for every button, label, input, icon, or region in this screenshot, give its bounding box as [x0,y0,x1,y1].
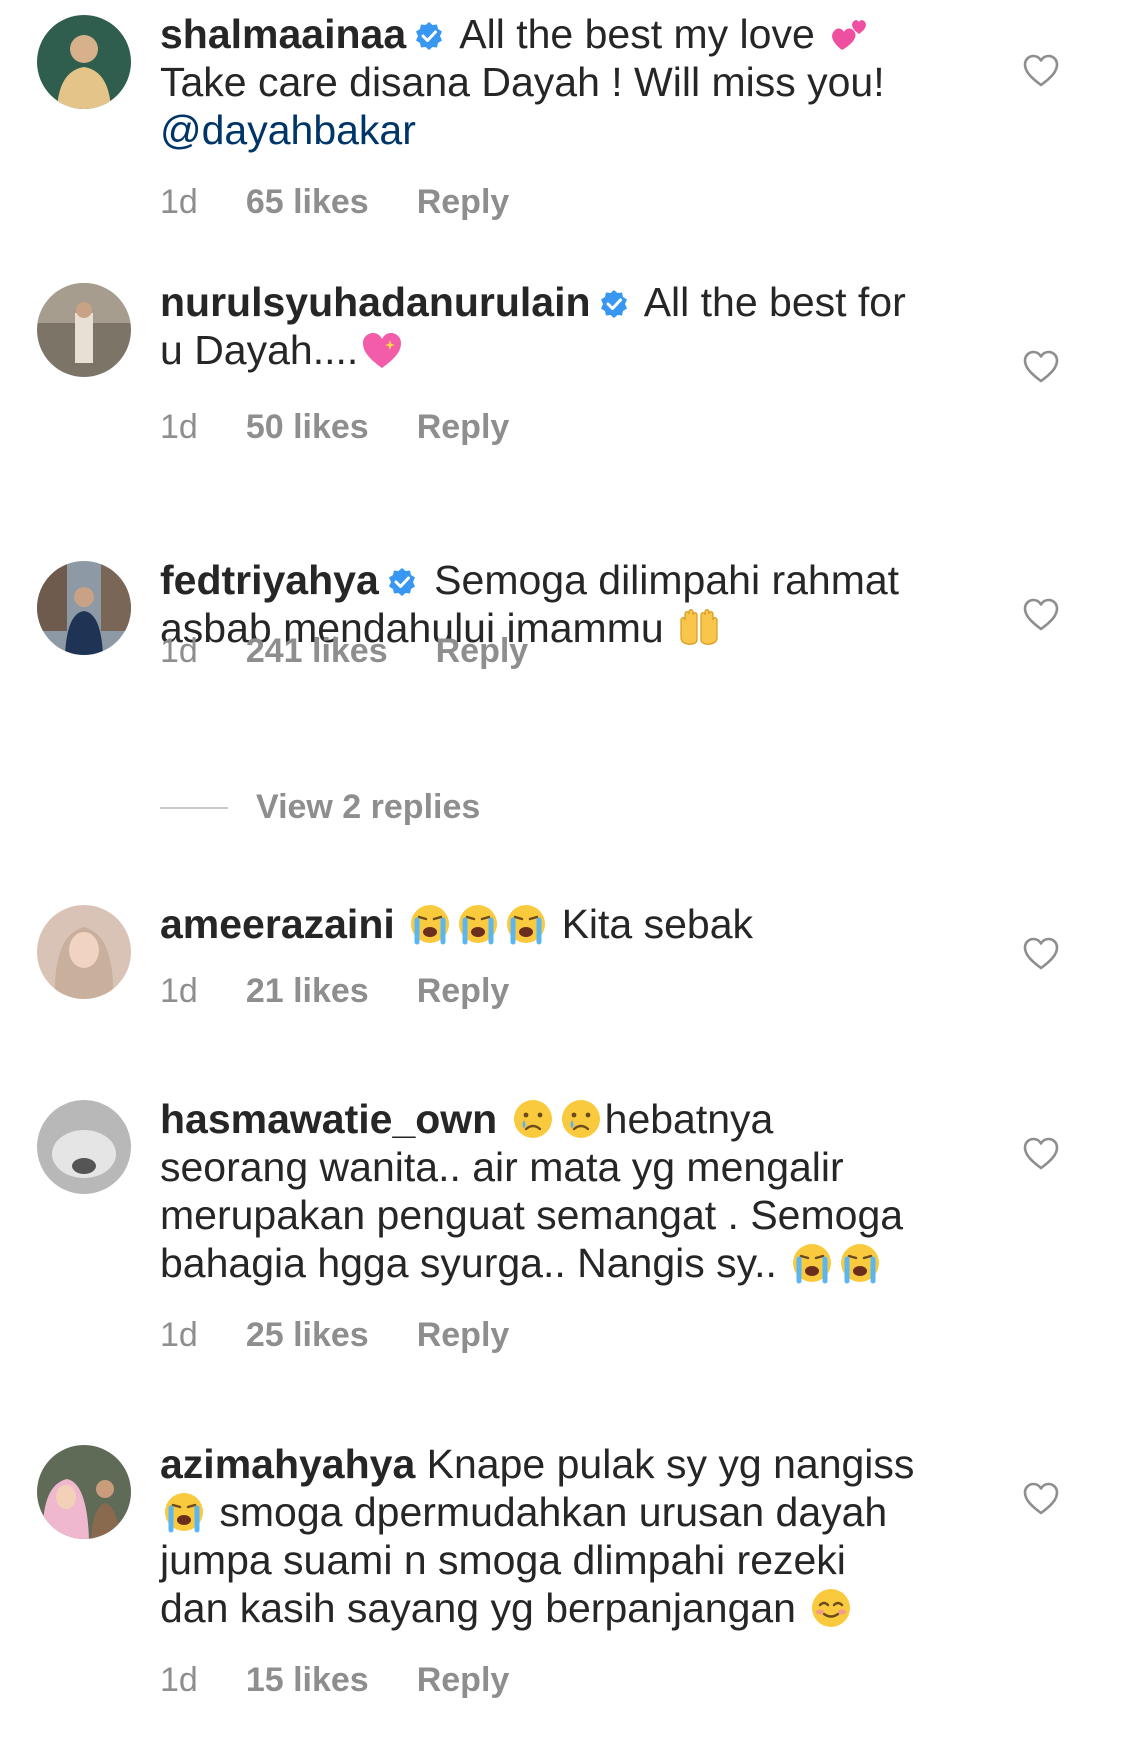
username-link[interactable]: fedtriyahya [160,557,379,603]
reply-button[interactable]: Reply [417,972,510,1010]
heart-outline-icon[interactable] [1022,1135,1060,1173]
verified-badge-icon [599,289,629,319]
comment-content: dan kasih sayang yg berpanjangan [160,1585,796,1631]
loudly-crying-face-emoji [162,1490,206,1534]
heart-outline-icon[interactable] [1022,1480,1060,1518]
crying-face-emoji [559,1097,603,1141]
raising-hands-emoji [677,606,721,650]
likes-count[interactable]: 241 likes [246,632,388,670]
username-link[interactable]: hasmawatie_own [160,1096,497,1142]
reply-button[interactable]: Reply [417,408,510,446]
comment-time: 1d [160,632,198,670]
comment-meta: 1d 241 likes Reply [160,632,576,671]
comment-content: merupakan penguat semangat . Semoga [160,1192,904,1238]
likes-count[interactable]: 65 likes [246,183,369,221]
heart-outline-icon[interactable] [1022,935,1060,973]
comment-content: bahagia hgga syurga.. Nangis sy.. [160,1240,777,1286]
comment-time: 1d [160,972,198,1010]
comment-text: azimahyahya Knape pulak sy yg nangiss sm… [160,1440,960,1632]
avatar-image [37,15,131,109]
loudly-crying-face-emoji [408,902,452,946]
comment-text: hasmawatie_own hebatnya seorang wanita..… [160,1095,960,1287]
comment-meta: 1d 15 likes Reply [160,1661,557,1700]
comment-content: Semoga dilimpahi rahmat [434,557,900,603]
comment-time: 1d [160,1316,198,1354]
two-hearts-emoji [828,12,872,56]
loudly-crying-face-emoji [504,902,548,946]
username-link[interactable]: nurulsyuhadanurulain [160,279,591,325]
comment-text: shalmaainaa All the best my love Take ca… [160,10,960,154]
mention-link[interactable]: @dayahbakar [160,107,416,153]
verified-badge-icon [414,21,444,51]
likes-count[interactable]: 15 likes [246,1661,369,1699]
heart-outline-icon[interactable] [1022,348,1060,386]
avatar[interactable] [37,283,131,377]
loudly-crying-face-emoji [790,1241,834,1285]
reply-button[interactable]: Reply [417,1316,510,1354]
loudly-crying-face-emoji [456,902,500,946]
view-replies-label: View 2 replies [256,788,481,826]
reply-button[interactable]: Reply [417,1661,510,1699]
loudly-crying-face-emoji [838,1241,882,1285]
crying-face-emoji [511,1097,555,1141]
comment-content: All the best my love [459,11,815,57]
avatar-image [37,1100,131,1194]
comment-content: jumpa suami n smoga dlimpahi rezeki [160,1537,846,1583]
reply-button[interactable]: Reply [436,632,529,670]
reply-button[interactable]: Reply [417,183,510,221]
sparkling-heart-emoji [360,328,404,372]
comment-content: u Dayah.... [160,327,359,373]
comment-time: 1d [160,1661,198,1699]
username-link[interactable]: ameerazaini [160,901,395,947]
comment-meta: 1d 25 likes Reply [160,1316,557,1355]
avatar[interactable] [37,561,131,655]
view-replies-button[interactable]: View 2 replies [160,788,480,827]
comment-content: smoga dpermudahkan urusan dayah [219,1489,888,1535]
comment-text: ameerazaini Kita sebak [160,900,960,948]
comment-meta: 1d 50 likes Reply [160,408,557,447]
avatar-image [37,905,131,999]
avatar[interactable] [37,15,131,109]
comment-time: 1d [160,183,198,221]
avatar-image [37,561,131,655]
avatar[interactable] [37,1445,131,1539]
heart-outline-icon[interactable] [1022,596,1060,634]
replies-divider [160,806,228,809]
comment-time: 1d [160,408,198,446]
comment-content: Take care disana Dayah ! Will miss you! [160,59,885,105]
avatar[interactable] [37,905,131,999]
comment-meta: 1d 65 likes Reply [160,183,557,222]
username-link[interactable]: shalmaainaa [160,11,406,57]
comment-content: All the best for [643,279,906,325]
avatar[interactable] [37,1100,131,1194]
avatar-image [37,1445,131,1539]
comment-meta: 1d 21 likes Reply [160,972,557,1011]
likes-count[interactable]: 50 likes [246,408,369,446]
smiling-face-emoji [809,1586,853,1630]
comment-content: hebatnya [604,1096,774,1142]
comment-content: Knape pulak sy yg nangiss [426,1441,915,1487]
heart-outline-icon[interactable] [1022,52,1060,90]
comment-content: seorang wanita.. air mata yg mengalir [160,1144,844,1190]
likes-count[interactable]: 25 likes [246,1316,369,1354]
comment-content: Kita sebak [561,901,754,947]
comment-text: nurulsyuhadanurulain All the best for u … [160,278,960,374]
verified-badge-icon [387,567,417,597]
avatar-image [37,283,131,377]
likes-count[interactable]: 21 likes [246,972,369,1010]
username-link[interactable]: azimahyahya [160,1441,415,1487]
